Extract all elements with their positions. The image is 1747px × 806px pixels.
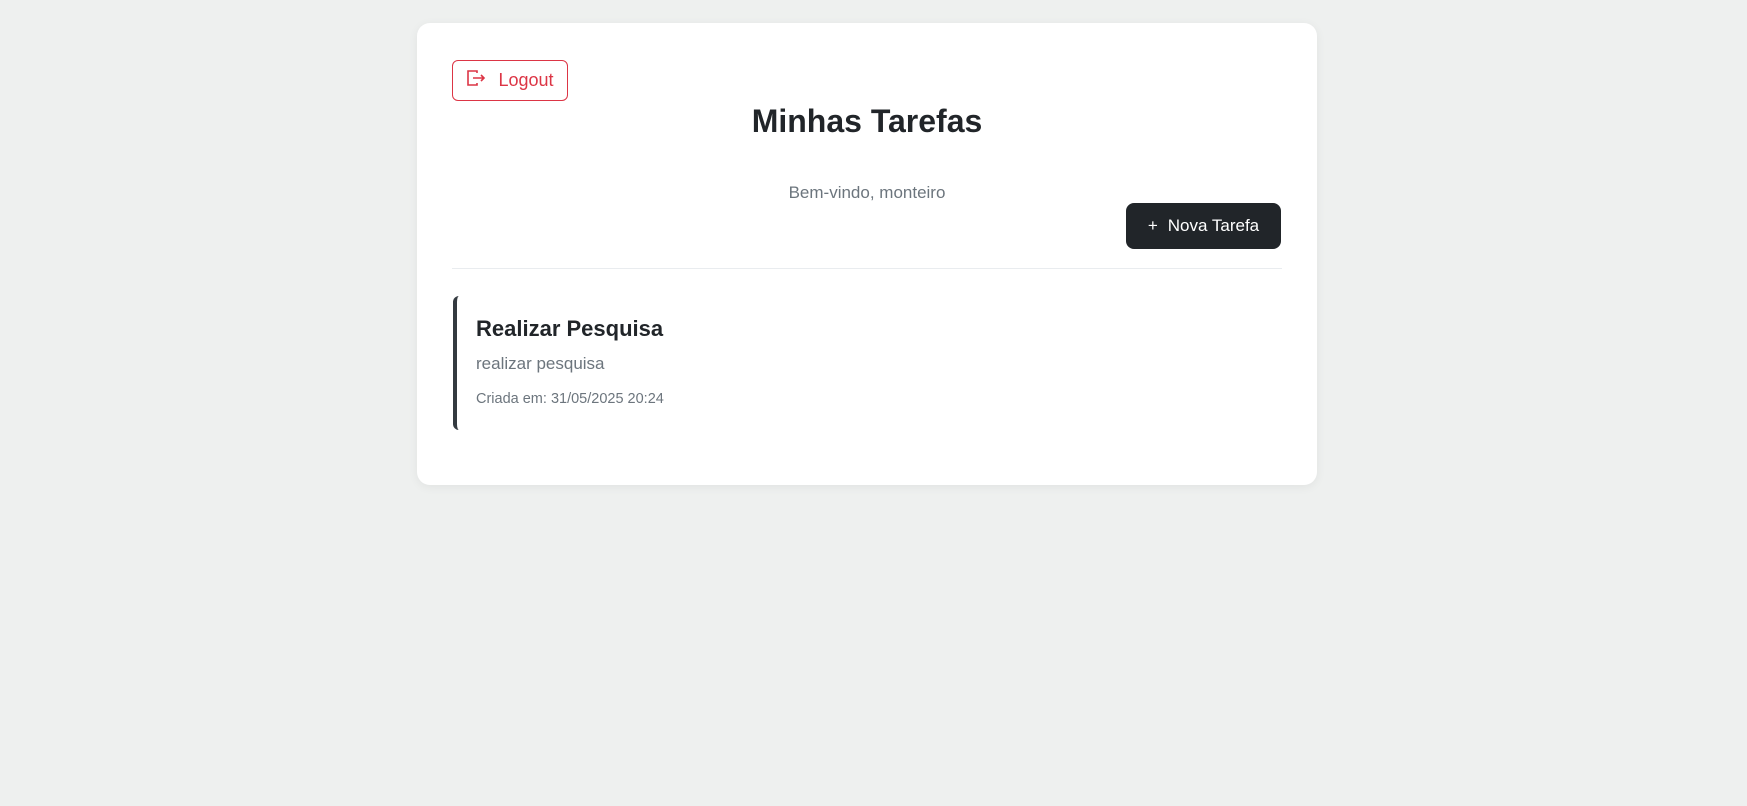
logout-label: Logout: [498, 70, 554, 90]
welcome-text: Bem-vindo, monteiro: [788, 183, 946, 202]
task-item[interactable]: Realizar Pesquisa realizar pesquisa Cria…: [453, 296, 1281, 430]
task-description: realizar pesquisa: [476, 354, 605, 373]
task-created-date: Criada em: 31/05/2025 20:24: [476, 391, 664, 407]
page-title: Minhas Tarefas: [751, 103, 983, 139]
divider: [452, 268, 1282, 269]
new-task-label: Nova Tarefa: [1167, 216, 1260, 235]
tasks-card: Logout Minhas Tarefas Bem-vindo, monteir…: [417, 23, 1317, 485]
logout-icon: [466, 69, 486, 92]
task-title: Realizar Pesquisa: [476, 316, 664, 341]
plus-icon: +: [1147, 216, 1158, 235]
logout-button[interactable]: Logout: [452, 60, 568, 101]
new-task-button[interactable]: + Nova Tarefa: [1126, 203, 1281, 249]
